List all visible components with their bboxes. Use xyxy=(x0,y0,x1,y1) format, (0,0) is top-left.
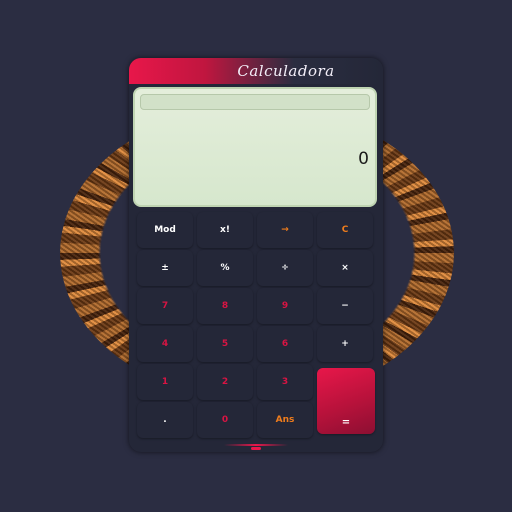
digit-3-button[interactable]: 3 xyxy=(257,364,313,400)
digit-1-button[interactable]: 1 xyxy=(137,364,193,400)
app-title: Calculadora xyxy=(237,62,335,80)
minus-button[interactable]: − xyxy=(317,288,373,324)
digit-7-button[interactable]: 7 xyxy=(137,288,193,324)
digit-9-button[interactable]: 9 xyxy=(257,288,313,324)
ans-button[interactable]: Ans xyxy=(257,402,313,438)
plus-minus-button[interactable]: ± xyxy=(137,250,193,286)
history-field xyxy=(140,94,370,110)
display-value: 0 xyxy=(358,149,369,169)
percent-button[interactable]: % xyxy=(197,250,253,286)
digit-4-button[interactable]: 4 xyxy=(137,326,193,362)
digit-6-button[interactable]: 6 xyxy=(257,326,313,362)
multiply-button[interactable]: × xyxy=(317,250,373,286)
digit-2-button[interactable]: 2 xyxy=(197,364,253,400)
keypad: Mod x! → C ± % ÷ × 7 8 9 − 4 5 6 + 1 2 3… xyxy=(135,212,377,438)
digit-8-button[interactable]: 8 xyxy=(197,288,253,324)
digit-0-button[interactable]: 0 xyxy=(197,402,253,438)
display-screen: 0 xyxy=(133,87,377,207)
bottom-accent-line xyxy=(224,444,288,446)
backspace-button[interactable]: → xyxy=(257,212,313,248)
plus-button[interactable]: + xyxy=(317,326,373,362)
decimal-button[interactable]: . xyxy=(137,402,193,438)
divide-button[interactable]: ÷ xyxy=(257,250,313,286)
calculator: Calculadora 0 Mod x! → C ± % ÷ × 7 8 9 −… xyxy=(129,58,383,452)
mod-button[interactable]: Mod xyxy=(137,212,193,248)
bottom-handle xyxy=(251,447,261,450)
digit-5-button[interactable]: 5 xyxy=(197,326,253,362)
equals-button[interactable]: = xyxy=(317,368,375,434)
clear-button[interactable]: C xyxy=(317,212,373,248)
factorial-button[interactable]: x! xyxy=(197,212,253,248)
calculator-header: Calculadora xyxy=(129,58,383,84)
